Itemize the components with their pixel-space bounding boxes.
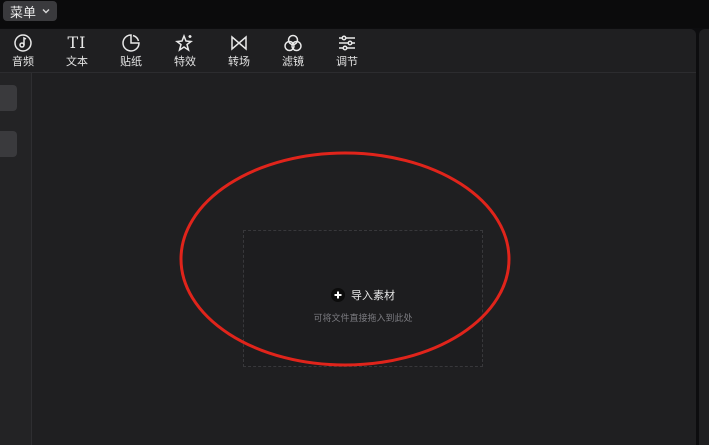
tool-adjust-label: 调节 <box>336 55 358 68</box>
plus-icon <box>331 288 345 302</box>
sidebar-tab[interactable] <box>0 131 17 157</box>
filter-icon <box>282 32 304 54</box>
tool-text-label: 文本 <box>66 55 88 68</box>
effects-icon <box>174 32 196 54</box>
tool-transition-label: 转场 <box>228 55 250 68</box>
right-panel-edge <box>699 29 709 445</box>
import-media-label: 导入素材 <box>351 289 395 302</box>
tool-sticker-label: 贴纸 <box>120 55 142 68</box>
tool-transition[interactable]: 转场 <box>219 32 259 70</box>
tool-sticker[interactable]: 贴纸 <box>111 32 151 70</box>
tool-filter-label: 滤镜 <box>282 55 304 68</box>
audio-icon <box>12 32 34 54</box>
sticker-icon <box>120 32 142 54</box>
editor-panel: 音频 TI 文本 贴纸 特效 转场 滤镜 调节 导入素材 可将文件直接拖入到此处 <box>0 29 696 445</box>
sidebar-tab[interactable] <box>0 85 17 111</box>
tool-effects-label: 特效 <box>174 55 196 68</box>
top-bar: 菜单 <box>0 0 709 28</box>
menu-label: 菜单 <box>10 5 37 21</box>
import-drop-zone[interactable]: 导入素材 可将文件直接拖入到此处 <box>243 230 483 367</box>
tool-adjust[interactable]: 调节 <box>327 32 367 70</box>
adjust-icon <box>336 32 358 54</box>
tool-audio-label: 音频 <box>12 55 34 68</box>
drop-hint-text: 可将文件直接拖入到此处 <box>313 314 413 324</box>
tool-effects[interactable]: 特效 <box>165 32 205 70</box>
transition-icon <box>228 32 250 54</box>
tool-audio[interactable]: 音频 <box>3 32 43 70</box>
chevron-down-icon <box>42 9 50 14</box>
left-sidebar <box>0 73 32 445</box>
menu-button[interactable]: 菜单 <box>3 1 58 21</box>
tool-text[interactable]: TI 文本 <box>57 32 97 70</box>
media-toolbar: 音频 TI 文本 贴纸 特效 转场 滤镜 调节 <box>0 29 696 73</box>
tool-filter[interactable]: 滤镜 <box>273 32 313 70</box>
import-media-button[interactable]: 导入素材 <box>244 287 482 303</box>
text-icon: TI <box>67 33 87 52</box>
